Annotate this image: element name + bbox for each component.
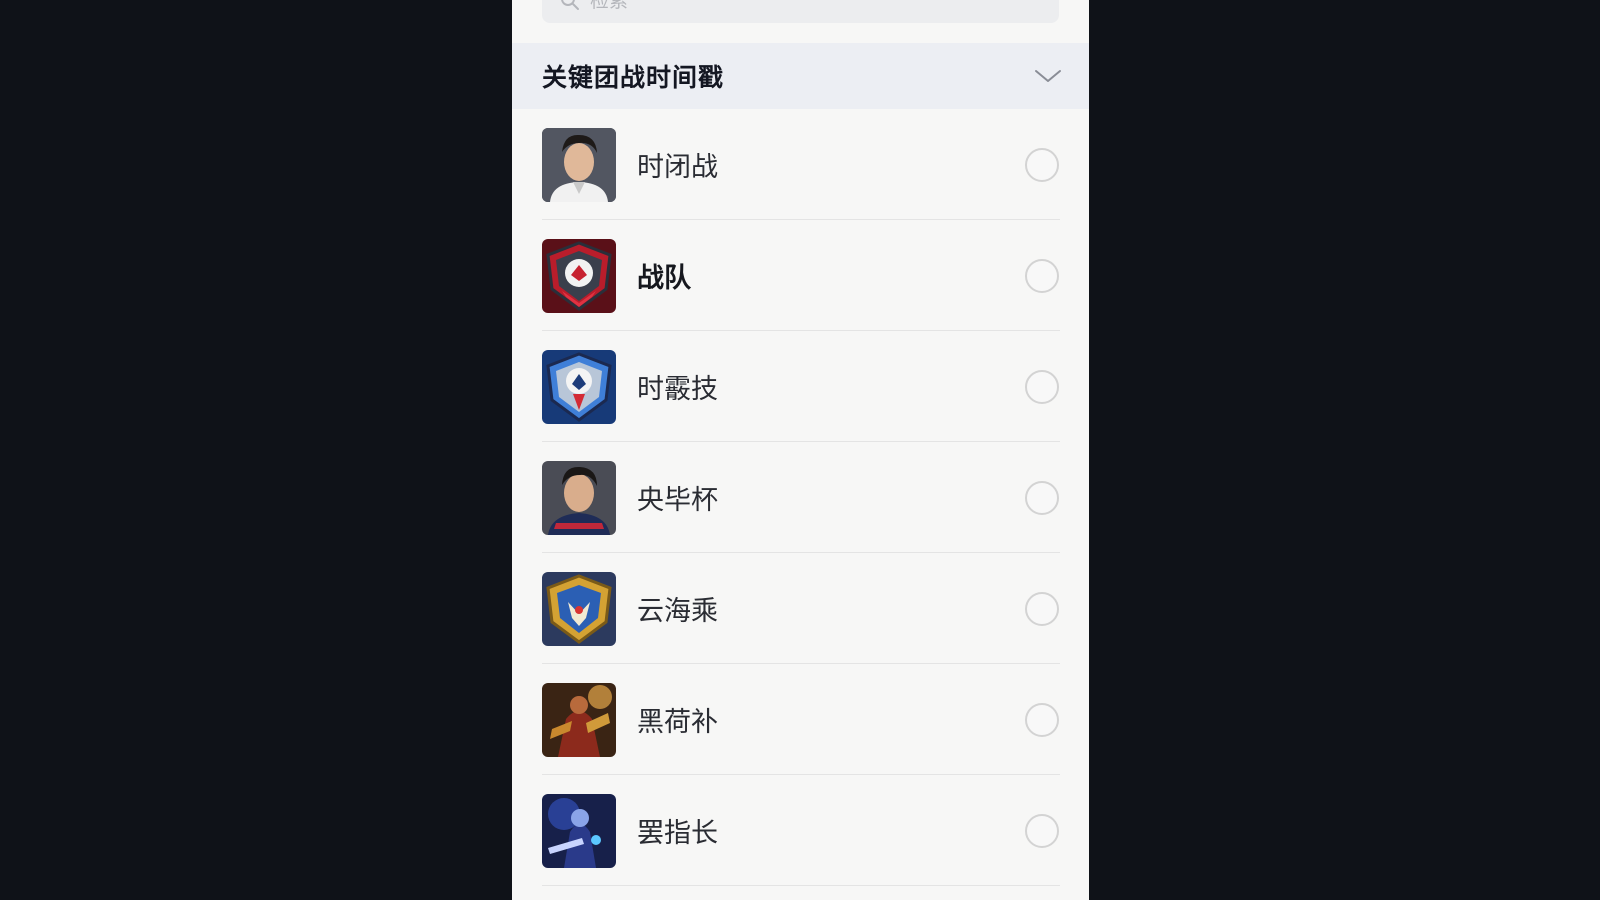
list-item[interactable]: 罢指长 — [512, 775, 1089, 886]
radio-button[interactable] — [1025, 702, 1059, 737]
list-item[interactable]: 云海乘 — [512, 553, 1089, 664]
list-item[interactable]: 黑荷补 — [512, 664, 1089, 775]
player-portrait-icon — [542, 460, 616, 535]
list-item[interactable]: 时闭战 — [512, 109, 1089, 220]
team-badge-icon — [542, 571, 616, 646]
item-label: 央毕杯 — [637, 485, 718, 516]
option-list: 时闭战 战队 时霰技 央毕杯 云海乘 黑荷补 罢指长 — [512, 109, 1089, 886]
selection-panel: 检索 关键团战时间戳 时闭战 战队 时霰技 央毕杯 云海乘 黑荷补 罢指长 — [512, 0, 1089, 900]
radio-button[interactable] — [1025, 147, 1059, 182]
radio-button[interactable] — [1025, 369, 1059, 404]
screen-background: 检索 关键团战时间戳 时闭战 战队 时霰技 央毕杯 云海乘 黑荷补 罢指长 — [0, 0, 1600, 900]
section-title: 关键团战时间戳 — [542, 63, 725, 92]
search-placeholder: 检索 — [590, 0, 629, 12]
search-icon — [560, 0, 580, 11]
list-item[interactable]: 时霰技 — [512, 331, 1089, 442]
chevron-down-icon[interactable] — [1033, 66, 1063, 86]
search-area: 检索 — [512, 0, 1089, 43]
radio-button[interactable] — [1025, 258, 1059, 293]
hero-art-icon — [542, 793, 616, 868]
item-label: 黑荷补 — [637, 707, 718, 738]
item-label: 云海乘 — [637, 596, 718, 627]
hero-art-icon — [542, 682, 616, 757]
team-badge-icon — [542, 238, 616, 313]
item-label: 罢指长 — [637, 818, 718, 849]
radio-button[interactable] — [1025, 591, 1059, 626]
search-input[interactable]: 检索 — [542, 0, 1059, 23]
item-label: 时闭战 — [637, 152, 718, 183]
radio-button[interactable] — [1025, 480, 1059, 515]
player-portrait-icon — [542, 127, 616, 202]
list-item[interactable]: 战队 — [512, 220, 1089, 331]
team-badge-icon — [542, 349, 616, 424]
item-label: 时霰技 — [637, 374, 718, 405]
radio-button[interactable] — [1025, 813, 1059, 848]
list-item[interactable]: 央毕杯 — [512, 442, 1089, 553]
section-header[interactable]: 关键团战时间戳 — [512, 43, 1089, 109]
item-label: 战队 — [637, 263, 691, 294]
